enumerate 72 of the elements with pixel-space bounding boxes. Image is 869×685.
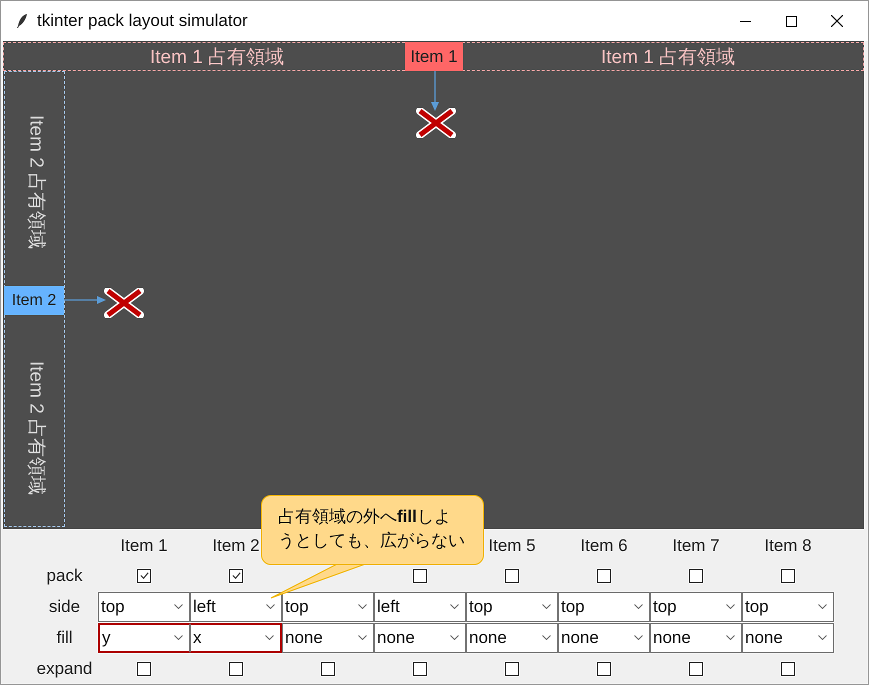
- checkbox[interactable]: [689, 568, 703, 582]
- arrow-icon: [64, 295, 106, 305]
- cross-icon: [104, 288, 144, 318]
- chevron-icon: [266, 604, 275, 609]
- fill-dropdown[interactable]: none: [742, 622, 834, 652]
- row-label: pack: [46, 564, 84, 587]
- column-header: Item 7: [672, 535, 720, 558]
- item-widget: Item 1: [405, 42, 463, 71]
- checkbox[interactable]: [229, 662, 243, 676]
- chevron-icon: [174, 604, 183, 609]
- checkbox[interactable]: [689, 662, 703, 676]
- arrow-icon: [430, 71, 440, 111]
- checkbox[interactable]: [505, 662, 519, 676]
- feather-icon: [16, 13, 28, 29]
- row-label: side: [48, 596, 82, 618]
- chevron-icon: [634, 635, 643, 640]
- chevron-icon: [358, 635, 367, 640]
- chevron-icon: [818, 635, 827, 640]
- maximize-icon: [786, 16, 796, 26]
- chevron-icon: [358, 604, 367, 609]
- chevron-icon: [818, 604, 827, 609]
- region-label: Item 1 占有領域: [601, 46, 736, 70]
- chevron-icon: [450, 604, 459, 609]
- side-dropdown[interactable]: top: [742, 592, 834, 622]
- checkbox[interactable]: [597, 568, 611, 582]
- chevron-icon: [174, 635, 183, 640]
- region-label: Item 1 占有領域: [150, 46, 284, 70]
- row-label: expand: [36, 658, 94, 680]
- column-header: Item 2: [212, 535, 260, 558]
- side-dropdown[interactable]: left: [190, 592, 282, 622]
- close-icon: [831, 15, 843, 27]
- fill-dropdown[interactable]: y: [98, 622, 190, 652]
- column-header: Item 5: [488, 535, 536, 558]
- checkbox[interactable]: [781, 568, 795, 582]
- checkbox[interactable]: [321, 662, 335, 676]
- fill-dropdown[interactable]: none: [558, 622, 650, 652]
- chevron-icon: [265, 635, 274, 640]
- chevron-icon: [542, 635, 551, 640]
- checkbox[interactable]: [505, 568, 519, 582]
- fill-dropdown[interactable]: none: [650, 622, 742, 652]
- checkbox[interactable]: [413, 568, 427, 582]
- side-dropdown[interactable]: top: [558, 592, 650, 622]
- fill-dropdown[interactable]: none: [282, 622, 374, 652]
- chevron-icon: [634, 604, 643, 609]
- checkbox[interactable]: [229, 568, 243, 582]
- checkbox[interactable]: [597, 662, 611, 676]
- checkbox[interactable]: [137, 568, 151, 582]
- item-widget: Item 2: [4, 286, 64, 315]
- side-dropdown[interactable]: left: [374, 592, 466, 622]
- column-header: Item 1: [120, 535, 168, 558]
- chevron-icon: [726, 604, 735, 609]
- chevron-icon: [542, 604, 551, 609]
- region-label: Item 2 占有領域: [24, 360, 48, 496]
- cross-icon: [416, 108, 456, 138]
- side-dropdown[interactable]: top: [650, 592, 742, 622]
- fill-dropdown[interactable]: x: [190, 622, 282, 652]
- region-label: Item 2 占有領域: [24, 114, 48, 250]
- window-title: tkinter pack layout simulator: [37, 10, 248, 32]
- side-dropdown[interactable]: top: [282, 592, 374, 622]
- fill-dropdown[interactable]: none: [466, 622, 558, 652]
- column-header: Item 8: [764, 535, 812, 558]
- chevron-icon: [726, 635, 735, 640]
- side-dropdown[interactable]: top: [98, 592, 190, 622]
- checkbox[interactable]: [137, 662, 151, 676]
- checkbox[interactable]: [781, 662, 795, 676]
- fill-dropdown[interactable]: none: [374, 622, 466, 652]
- column-header: Item 6: [580, 535, 628, 558]
- minimize-icon: [740, 20, 750, 22]
- chevron-icon: [450, 635, 459, 640]
- row-label: fill: [55, 626, 74, 649]
- checkbox[interactable]: [413, 662, 427, 676]
- side-dropdown[interactable]: top: [466, 592, 558, 622]
